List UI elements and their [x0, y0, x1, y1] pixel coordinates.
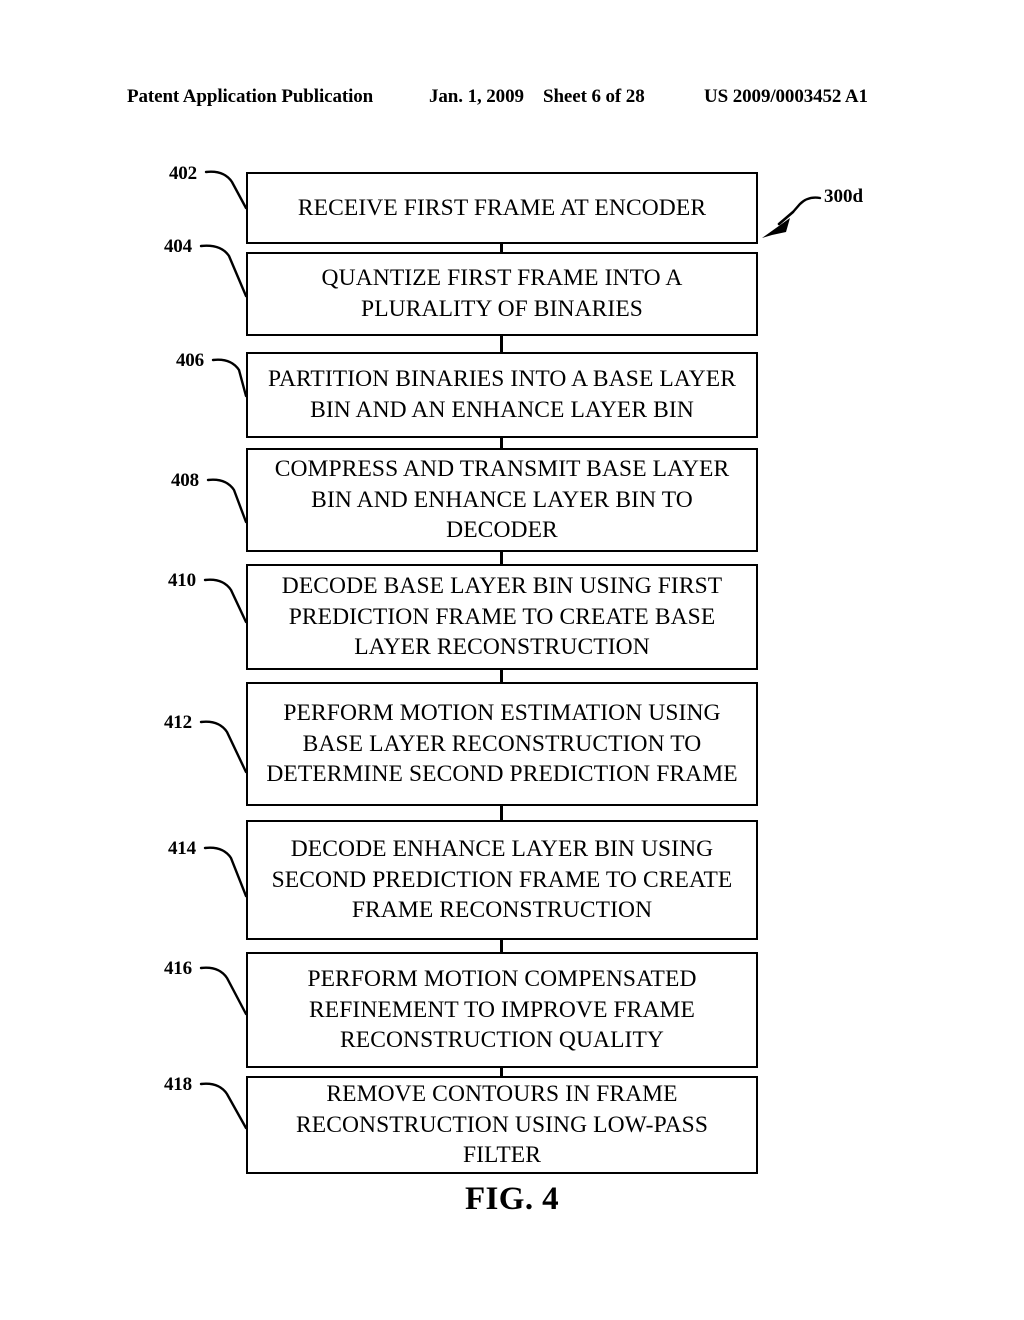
reference-numeral-402: 402 [169, 163, 197, 184]
leader-line-414 [203, 846, 248, 898]
connector-414-416 [500, 940, 503, 952]
flow-step-416-label: PERFORM MOTION COMPENSATED REFINEMENT TO… [307, 966, 697, 1054]
leader-line-404 [199, 244, 248, 298]
flow-step-408[interactable]: COMPRESS AND TRANSMIT BASE LAYER BIN AND… [246, 448, 758, 552]
reference-numeral-406: 406 [176, 350, 204, 371]
connector-410-412 [500, 670, 503, 682]
connector-408-410 [500, 552, 503, 564]
leader-line-402 [204, 170, 248, 210]
flow-step-410-label: DECODE BASE LAYER BIN USING FIRST PREDIC… [281, 573, 723, 661]
leader-line-412 [199, 720, 248, 774]
flow-step-414[interactable]: DECODE ENHANCE LAYER BIN USING SECOND PR… [246, 820, 758, 940]
flow-step-416[interactable]: PERFORM MOTION COMPENSATED REFINEMENT TO… [246, 952, 758, 1068]
connector-404-406 [500, 336, 503, 352]
flow-step-402[interactable]: RECEIVE FIRST FRAME AT ENCODER [246, 172, 758, 244]
figure-caption: FIG. 4 [464, 1181, 560, 1217]
flow-step-418-label: REMOVE CONTOURS IN FRAME RECONSTRUCTION … [295, 1081, 709, 1169]
diagram-label-300d: 300d [824, 186, 864, 207]
reference-numeral-412: 412 [164, 712, 192, 733]
leader-line-410 [203, 578, 248, 624]
callout-arrow-300d [762, 210, 795, 238]
flow-step-408-label: COMPRESS AND TRANSMIT BASE LAYER BIN AND… [274, 456, 730, 544]
reference-numeral-414: 414 [168, 838, 196, 859]
flow-step-418[interactable]: REMOVE CONTOURS IN FRAME RECONSTRUCTION … [246, 1076, 758, 1174]
leader-line-406 [211, 358, 248, 398]
flowchart-diagram: RECEIVE FIRST FRAME AT ENCODER QUANTIZE … [0, 0, 1024, 1320]
reference-numeral-416: 416 [164, 958, 192, 979]
flow-step-410[interactable]: DECODE BASE LAYER BIN USING FIRST PREDIC… [246, 564, 758, 670]
flow-step-404[interactable]: QUANTIZE FIRST FRAME INTO A PLURALITY OF… [246, 252, 758, 336]
connector-412-414 [500, 806, 503, 820]
flow-step-414-label: DECODE ENHANCE LAYER BIN USING SECOND PR… [271, 836, 733, 924]
flow-step-406[interactable]: PARTITION BINARIES INTO A BASE LAYER BIN… [246, 352, 758, 438]
connector-416-418 [500, 1068, 503, 1076]
reference-numeral-418: 418 [164, 1074, 192, 1095]
leader-line-418 [199, 1082, 248, 1130]
connector-402-404 [500, 244, 503, 252]
flow-step-412-label: PERFORM MOTION ESTIMATION USING BASE LAY… [266, 700, 738, 788]
leader-line-408 [206, 478, 248, 524]
flow-step-404-label: QUANTIZE FIRST FRAME INTO A PLURALITY OF… [321, 265, 683, 322]
reference-numeral-410: 410 [168, 570, 196, 591]
reference-numeral-408: 408 [171, 470, 199, 491]
leader-line-416 [199, 966, 248, 1016]
leader-line-300d [791, 196, 822, 214]
flow-step-402-label: RECEIVE FIRST FRAME AT ENCODER [297, 194, 707, 221]
reference-numeral-404: 404 [164, 236, 192, 257]
flow-step-406-label: PARTITION BINARIES INTO A BASE LAYER BIN… [267, 366, 737, 423]
connector-406-408 [500, 438, 503, 448]
flow-step-412[interactable]: PERFORM MOTION ESTIMATION USING BASE LAY… [246, 682, 758, 806]
